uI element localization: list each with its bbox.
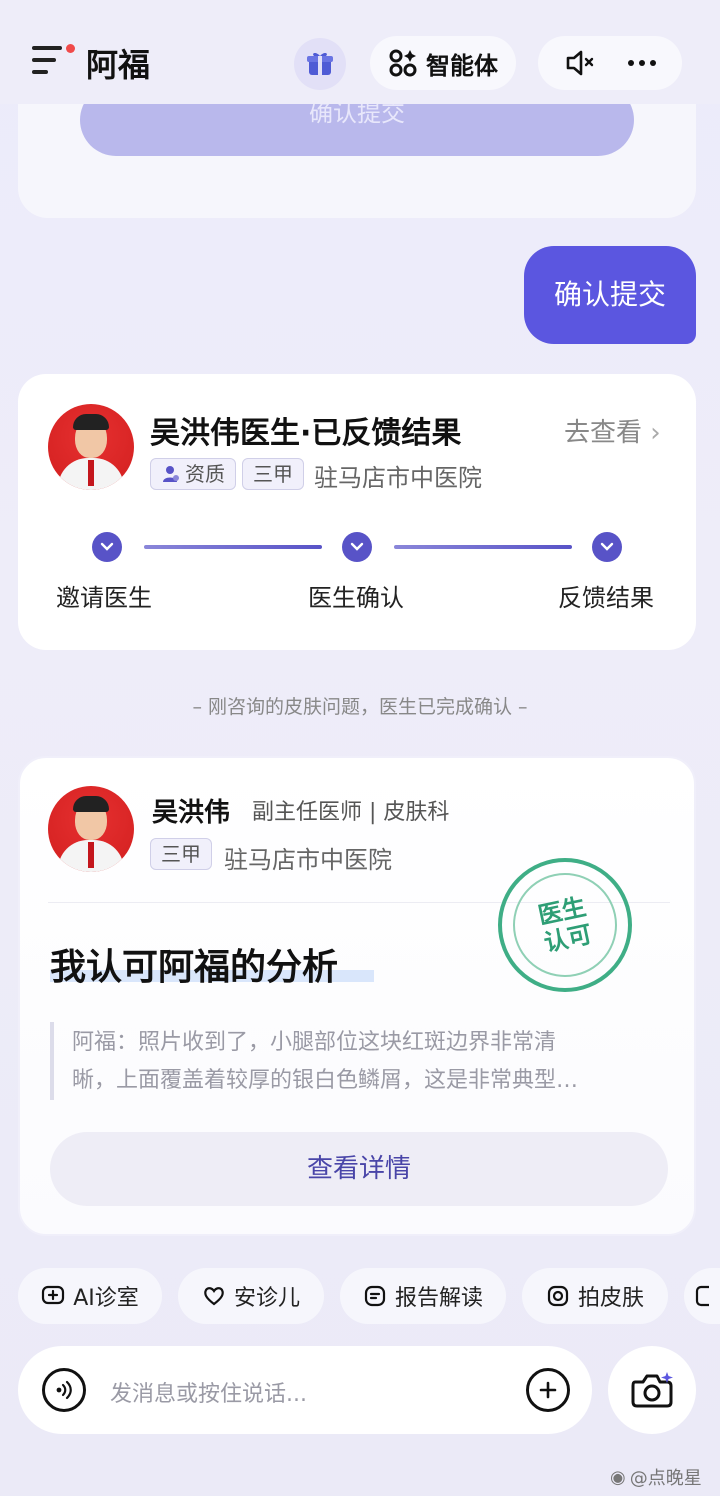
step-line-1 (144, 545, 322, 549)
gift-icon (307, 52, 333, 75)
view-details-button[interactable]: 查看详情 (50, 1132, 668, 1206)
camera-circle-icon (547, 1285, 569, 1307)
top-bar: 阿福 智能体 (0, 0, 720, 104)
quick-action-label: AI诊室 (73, 1286, 139, 1311)
doctor-feedback-card[interactable]: 吴洪伟医生·已反馈结果 去查看 › 资质 三甲 驻马店市中医院 邀请医生 医生确… (18, 374, 696, 650)
agent-button[interactable]: 智能体 (370, 36, 516, 90)
doctor-avatar (48, 786, 134, 872)
doctor-avatar (48, 404, 134, 490)
level-tag: 三甲 (242, 458, 304, 490)
agent-button-label: 智能体 (426, 51, 498, 80)
message-input-bar[interactable]: 发消息或按住说话... (18, 1346, 592, 1434)
step-line-2 (394, 545, 572, 549)
quick-action-photo-skin[interactable]: 拍皮肤 (522, 1268, 668, 1324)
step-label-feedback: 反馈结果 (558, 584, 654, 612)
voice-icon[interactable] (42, 1368, 86, 1412)
report-icon (364, 1285, 386, 1307)
quick-action-label: 安诊儿 (233, 1286, 300, 1311)
plus-icon[interactable] (526, 1368, 570, 1412)
app-title: 阿福 (86, 46, 151, 84)
weibo-icon: ◉ (610, 1466, 626, 1488)
quick-action-label: 拍皮肤 (577, 1286, 644, 1311)
step-1-check-icon (92, 532, 122, 562)
step-2-check-icon (342, 532, 372, 562)
watermark-text: @点晚星 (629, 1468, 702, 1489)
heart-hand-icon (204, 1287, 224, 1306)
camera-sparkle-icon (631, 1372, 673, 1408)
approval-headline: 我认可阿福的分析 (50, 947, 339, 988)
quick-action-label: 报告解读 (394, 1286, 483, 1311)
step-label-invite: 邀请医生 (56, 584, 152, 612)
quick-action-report[interactable]: 报告解读 (340, 1268, 506, 1324)
quote-line: 晰，上面覆盖着较厚的银白色鳞屑，这是非常典型… (72, 1068, 579, 1093)
hospital-name: 驻马店市中医院 (224, 846, 392, 874)
analysis-quote: 阿福：照片收到了，小腿部位这块红斑边界非常清 晰，上面覆盖着较厚的银白色鳞屑，这… (72, 1024, 662, 1100)
person-badge-icon (163, 466, 179, 482)
agent-grid-icon (389, 49, 417, 77)
view-result-label: 去查看 (564, 418, 643, 448)
doctor-title: 副主任医师 | 皮肤科 (252, 800, 450, 825)
level-tag: 三甲 (150, 838, 212, 870)
hospital-name: 驻马店市中医院 (314, 464, 482, 492)
step-label-confirm: 医生确认 (308, 584, 404, 612)
message-input-placeholder[interactable]: 发消息或按住说话... (110, 1376, 307, 1408)
qualification-tag[interactable]: 资质 (150, 458, 236, 490)
step-3-check-icon (592, 532, 622, 562)
chevron-right-icon: › (650, 418, 661, 448)
more-icon[interactable] (628, 60, 656, 66)
status-divider-text: – 刚咨询的皮肤问题，医生已完成确认 – (192, 696, 528, 718)
quote-line: 阿福：照片收到了，小腿部位这块红斑边界非常清 (72, 1030, 557, 1055)
qualification-tag-label: 资质 (185, 462, 225, 486)
user-message-bubble: 确认提交 (524, 246, 696, 344)
mute-icon[interactable] (564, 49, 596, 77)
quick-action-ai-clinic[interactable]: AI诊室 (18, 1268, 162, 1324)
view-result-link[interactable]: 去查看 › (564, 412, 661, 449)
quick-action-anzhen[interactable]: 安诊儿 (178, 1268, 324, 1324)
partial-icon (695, 1285, 709, 1307)
control-pill (538, 36, 682, 90)
doctor-name: 吴洪伟 (152, 798, 231, 828)
camera-button[interactable] (608, 1346, 696, 1434)
menu-icon[interactable] (32, 46, 66, 76)
gift-button[interactable] (294, 38, 346, 90)
quick-action-more[interactable] (684, 1268, 720, 1324)
doctor-approval-card: 吴洪伟 副主任医师 | 皮肤科 三甲 驻马店市中医院 我认可阿福的分析 医生 认… (18, 756, 696, 1236)
doctor-approved-stamp: 医生 认可 (498, 858, 632, 992)
chat-plus-icon (42, 1285, 65, 1305)
feedback-title: 吴洪伟医生·已反馈结果 (150, 416, 462, 451)
watermark: ◉ @点晚星 (610, 1464, 702, 1490)
notification-dot (66, 44, 75, 53)
quote-bar (50, 1022, 54, 1100)
